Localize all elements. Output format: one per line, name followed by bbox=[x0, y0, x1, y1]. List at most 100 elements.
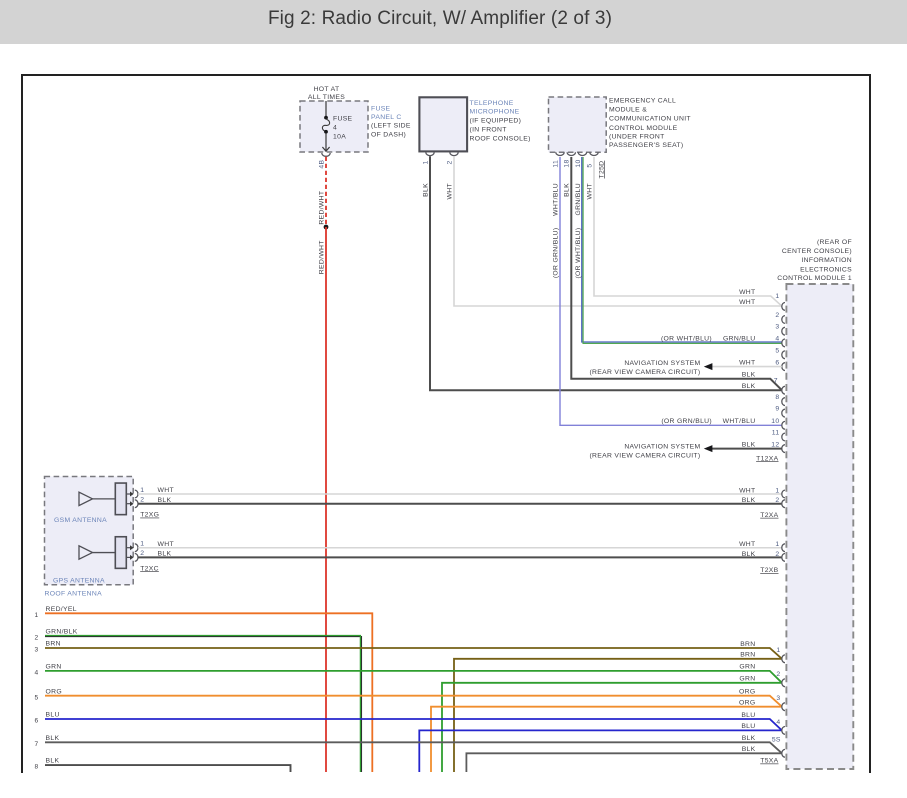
svg-text:BLK: BLK bbox=[46, 758, 60, 765]
svg-text:2: 2 bbox=[775, 551, 779, 558]
svg-text:(OR WHT/BLU): (OR WHT/BLU) bbox=[661, 336, 712, 343]
svg-text:(OR WHT/BLU): (OR WHT/BLU) bbox=[575, 228, 582, 279]
svg-text:WHT: WHT bbox=[739, 487, 755, 494]
svg-text:GRN: GRN bbox=[739, 664, 755, 671]
svg-text:2: 2 bbox=[776, 671, 780, 678]
svg-text:T5XA: T5XA bbox=[760, 758, 778, 765]
svg-text:(OR GRN/BLU): (OR GRN/BLU) bbox=[661, 418, 712, 425]
svg-text:7: 7 bbox=[774, 377, 778, 384]
svg-text:GRN: GRN bbox=[739, 676, 755, 683]
svg-text:BLK: BLK bbox=[46, 735, 60, 742]
svg-text:WHT/BLU: WHT/BLU bbox=[723, 418, 756, 425]
svg-text:CENTER CONSOLE): CENTER CONSOLE) bbox=[782, 248, 852, 255]
svg-text:FUSE: FUSE bbox=[371, 106, 391, 113]
svg-text:GPS ANTENNA: GPS ANTENNA bbox=[53, 577, 105, 584]
svg-text:BRN: BRN bbox=[740, 652, 755, 659]
svg-text:T2XC: T2XC bbox=[140, 565, 159, 572]
svg-text:(IN FRONT: (IN FRONT bbox=[470, 127, 507, 134]
svg-text:BLU: BLU bbox=[46, 712, 60, 719]
svg-text:BLK: BLK bbox=[742, 551, 756, 558]
svg-text:6: 6 bbox=[35, 718, 39, 725]
svg-text:EMERGENCY CALL: EMERGENCY CALL bbox=[609, 98, 676, 105]
svg-text:WHT: WHT bbox=[446, 183, 453, 199]
svg-text:1: 1 bbox=[35, 612, 39, 619]
svg-text:GRN: GRN bbox=[46, 664, 62, 671]
svg-text:PANEL C: PANEL C bbox=[371, 114, 402, 121]
svg-text:1: 1 bbox=[776, 647, 780, 654]
svg-text:4: 4 bbox=[775, 336, 779, 343]
svg-text:(REAR VIEW CAMERA CIRCUIT): (REAR VIEW CAMERA CIRCUIT) bbox=[589, 453, 700, 460]
svg-text:CONTROL MODULE 1: CONTROL MODULE 1 bbox=[777, 275, 852, 282]
svg-text:7: 7 bbox=[35, 741, 39, 748]
svg-text:NAVIGATION SYSTEM: NAVIGATION SYSTEM bbox=[624, 443, 700, 450]
svg-text:(OR GRN/BLU): (OR GRN/BLU) bbox=[552, 228, 559, 279]
svg-text:BLK: BLK bbox=[742, 383, 756, 390]
svg-text:8: 8 bbox=[775, 394, 779, 401]
svg-text:5: 5 bbox=[586, 163, 593, 167]
svg-text:ORG: ORG bbox=[739, 689, 755, 696]
svg-text:WHT: WHT bbox=[739, 289, 755, 296]
svg-text:ROOF CONSOLE): ROOF CONSOLE) bbox=[470, 136, 531, 143]
svg-text:FUSE: FUSE bbox=[333, 115, 353, 122]
svg-text:1: 1 bbox=[140, 541, 144, 548]
svg-text:1: 1 bbox=[775, 293, 779, 300]
svg-text:(REAR OF: (REAR OF bbox=[817, 239, 852, 246]
svg-text:CONTROL MODULE: CONTROL MODULE bbox=[609, 125, 678, 132]
svg-text:4B: 4B bbox=[319, 159, 326, 168]
svg-text:10: 10 bbox=[575, 159, 582, 167]
svg-text:12: 12 bbox=[771, 441, 779, 448]
svg-text:T25D: T25D bbox=[598, 161, 605, 179]
svg-text:GSM ANTENNA: GSM ANTENNA bbox=[54, 517, 107, 524]
svg-text:1: 1 bbox=[140, 487, 144, 494]
svg-text:6: 6 bbox=[775, 359, 779, 366]
svg-text:(REAR VIEW CAMERA CIRCUIT): (REAR VIEW CAMERA CIRCUIT) bbox=[589, 369, 700, 376]
svg-text:4: 4 bbox=[776, 719, 780, 726]
svg-text:(UNDER FRONT: (UNDER FRONT bbox=[609, 134, 665, 141]
svg-text:1: 1 bbox=[422, 160, 429, 164]
svg-text:2: 2 bbox=[775, 497, 779, 504]
svg-text:11: 11 bbox=[552, 160, 559, 168]
svg-text:BLK: BLK bbox=[742, 441, 756, 448]
svg-text:RED/WHT: RED/WHT bbox=[319, 240, 326, 274]
svg-text:2: 2 bbox=[446, 160, 453, 164]
svg-text:BLK: BLK bbox=[742, 372, 756, 379]
svg-text:BLK: BLK bbox=[742, 497, 756, 504]
svg-text:WHT: WHT bbox=[739, 359, 755, 366]
svg-text:GRN/BLU: GRN/BLU bbox=[575, 183, 582, 215]
svg-text:18: 18 bbox=[564, 159, 571, 167]
svg-text:WHT: WHT bbox=[739, 299, 755, 306]
svg-text:MICROPHONE: MICROPHONE bbox=[470, 109, 520, 116]
svg-text:RED/WHT: RED/WHT bbox=[319, 191, 326, 225]
svg-text:HOT AT: HOT AT bbox=[314, 86, 340, 93]
svg-text:2: 2 bbox=[140, 497, 144, 504]
svg-text:1: 1 bbox=[775, 541, 779, 548]
svg-text:GRN/BLK: GRN/BLK bbox=[46, 629, 78, 636]
svg-text:T2XB: T2XB bbox=[760, 567, 778, 574]
svg-text:4: 4 bbox=[35, 670, 39, 677]
svg-text:WHT: WHT bbox=[739, 541, 755, 548]
svg-text:10: 10 bbox=[771, 418, 779, 425]
svg-text:8: 8 bbox=[35, 764, 39, 771]
svg-text:(LEFT SIDE: (LEFT SIDE bbox=[371, 123, 411, 130]
svg-text:5S: 5S bbox=[772, 736, 781, 743]
svg-text:GRN/BLU: GRN/BLU bbox=[723, 336, 755, 343]
svg-text:BLU: BLU bbox=[741, 712, 755, 719]
svg-text:ELECTRONICS: ELECTRONICS bbox=[800, 266, 852, 273]
svg-text:BRN: BRN bbox=[740, 641, 755, 648]
svg-text:WHT: WHT bbox=[158, 541, 174, 548]
svg-text:MODULE &: MODULE & bbox=[609, 107, 647, 114]
svg-text:BRN: BRN bbox=[46, 641, 61, 648]
svg-text:OF DASH): OF DASH) bbox=[371, 132, 406, 139]
svg-text:T2XA: T2XA bbox=[760, 512, 778, 519]
svg-text:T12XA: T12XA bbox=[756, 455, 779, 462]
svg-text:INFORMATION: INFORMATION bbox=[801, 257, 852, 264]
svg-text:5: 5 bbox=[775, 347, 779, 354]
svg-text:BLK: BLK bbox=[422, 183, 429, 197]
svg-text:BLK: BLK bbox=[742, 746, 756, 753]
svg-text:10A: 10A bbox=[333, 133, 346, 140]
svg-text:NAVIGATION SYSTEM: NAVIGATION SYSTEM bbox=[624, 360, 700, 367]
svg-text:ORG: ORG bbox=[739, 700, 755, 707]
svg-text:1: 1 bbox=[775, 487, 779, 494]
svg-text:11: 11 bbox=[772, 430, 780, 437]
svg-text:TELEPHONE: TELEPHONE bbox=[470, 100, 514, 107]
